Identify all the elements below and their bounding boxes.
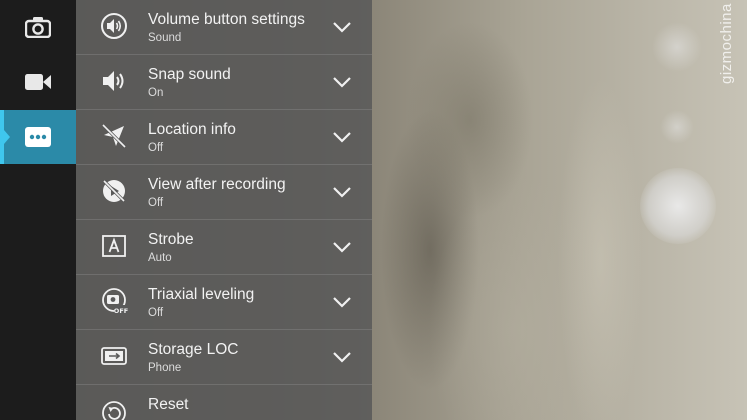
chevron-down-icon[interactable] bbox=[332, 75, 352, 89]
setting-strobe[interactable]: Strobe Auto bbox=[76, 220, 372, 275]
strobe-icon bbox=[102, 235, 126, 257]
volume-key-icon bbox=[101, 13, 127, 39]
viewfinder-control[interactable] bbox=[652, 22, 702, 72]
svg-text:OFF: OFF bbox=[114, 307, 128, 315]
setting-title: Volume button settings bbox=[148, 11, 305, 28]
location-off-icon bbox=[101, 123, 127, 149]
settings-panel: Volume button settings Sound Snap sound … bbox=[76, 0, 372, 420]
setting-value: Phone bbox=[148, 362, 182, 374]
setting-title: Triaxial leveling bbox=[148, 286, 255, 303]
setting-triaxial-leveling[interactable]: OFF Triaxial leveling Off bbox=[76, 275, 372, 330]
chevron-down-icon[interactable] bbox=[332, 295, 352, 309]
camera-icon bbox=[25, 17, 51, 38]
viewfinder-control[interactable] bbox=[660, 110, 694, 144]
setting-value: On bbox=[148, 87, 164, 99]
chevron-down-icon[interactable] bbox=[332, 185, 352, 199]
setting-title: Storage LOC bbox=[148, 341, 239, 358]
setting-title: Reset bbox=[148, 396, 189, 413]
chevron-down-icon[interactable] bbox=[332, 350, 352, 364]
video-mode-button[interactable] bbox=[0, 55, 76, 109]
setting-value: Off bbox=[148, 307, 164, 319]
chevron-down-icon[interactable] bbox=[332, 20, 352, 34]
more-settings-button[interactable] bbox=[0, 110, 76, 164]
mode-rail bbox=[0, 0, 76, 420]
setting-title: Strobe bbox=[148, 231, 194, 248]
setting-value: Off bbox=[148, 142, 164, 154]
leveling-icon: OFF bbox=[102, 288, 128, 315]
review-off-icon bbox=[102, 179, 126, 203]
chevron-down-icon[interactable] bbox=[332, 130, 352, 144]
setting-title: View after recording bbox=[148, 176, 286, 193]
setting-title: Snap sound bbox=[148, 66, 231, 83]
reset-icon bbox=[102, 401, 126, 420]
setting-reset[interactable]: Reset bbox=[76, 385, 372, 420]
shutter-button[interactable] bbox=[640, 168, 716, 244]
storage-icon bbox=[101, 347, 127, 365]
setting-storage-loc[interactable]: Storage LOC Phone bbox=[76, 330, 372, 385]
setting-title: Location info bbox=[148, 121, 236, 138]
setting-location-info[interactable]: Location info Off bbox=[76, 110, 372, 165]
setting-view-after-recording[interactable]: View after recording Off bbox=[76, 165, 372, 220]
speaker-icon bbox=[103, 71, 124, 91]
setting-value: Off bbox=[148, 197, 164, 209]
setting-volume-button[interactable]: Volume button settings Sound bbox=[76, 0, 372, 55]
video-camera-icon bbox=[25, 74, 51, 90]
setting-snap-sound[interactable]: Snap sound On bbox=[76, 55, 372, 110]
setting-value: Sound bbox=[148, 32, 182, 44]
photo-mode-button[interactable] bbox=[0, 0, 76, 54]
more-options-icon bbox=[25, 127, 51, 147]
setting-value: Auto bbox=[148, 252, 172, 264]
watermark: gizmochina bbox=[718, 3, 735, 84]
chevron-down-icon[interactable] bbox=[332, 240, 352, 254]
